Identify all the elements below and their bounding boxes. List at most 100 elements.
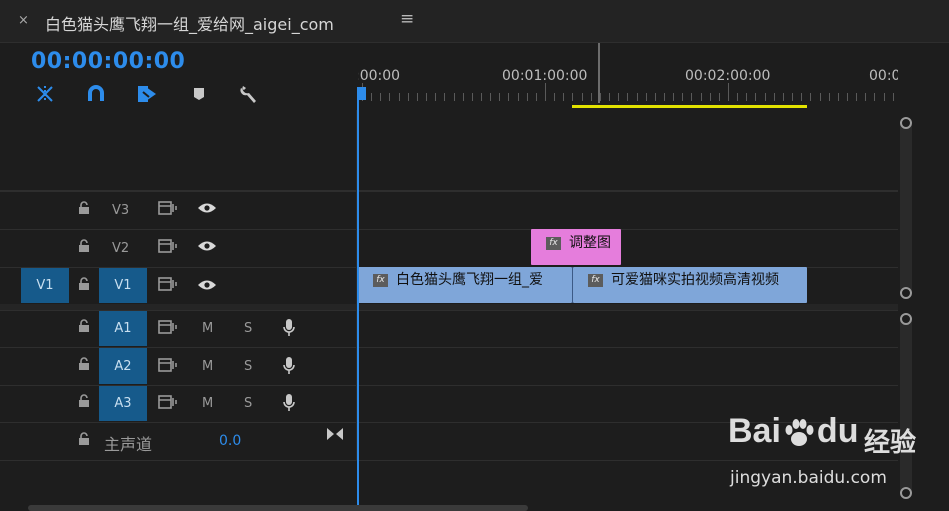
ruler-tick [645, 93, 647, 101]
sync-lock-icon[interactable] [158, 395, 178, 409]
playhead-handle[interactable] [357, 87, 366, 100]
ruler-tick [718, 93, 720, 101]
track-name-v3[interactable]: V3 [112, 203, 129, 218]
ruler-tick [764, 93, 766, 101]
ruler-label: 00:0 [869, 68, 898, 84]
fx-badge: fx [373, 273, 388, 287]
scroll-handle-bottom[interactable] [900, 287, 912, 299]
scroll-handle-top[interactable] [900, 117, 912, 129]
paw-icon [781, 419, 817, 447]
ruler-tick [590, 93, 592, 101]
ruler-tick [682, 93, 684, 101]
ruler-tick [691, 93, 693, 101]
magnet-icon[interactable] [85, 83, 107, 105]
lock-icon[interactable] [78, 357, 90, 375]
fx-badge: fx [588, 273, 603, 287]
ruler-tick [728, 83, 729, 101]
ruler-tick [563, 93, 565, 101]
track-name-a1[interactable]: A1 [99, 311, 147, 346]
solo-button[interactable]: S [244, 359, 252, 374]
playhead-timecode[interactable]: 00:00:00:00 [31, 49, 185, 74]
ruler-tick [380, 93, 382, 101]
ruler-tick [856, 93, 858, 101]
ruler-tick [453, 93, 455, 101]
master-track-label: 主声道 [104, 435, 153, 454]
ruler-label: 00:02:00:00 [685, 68, 771, 84]
microphone-icon[interactable] [282, 393, 296, 413]
panel-menu-icon[interactable]: ≡ [400, 9, 414, 29]
clip-cat-video[interactable]: fx 可爱猫咪实拍视频高清视频 [573, 267, 807, 303]
add-marker-icon[interactable] [188, 83, 210, 105]
audio-clip-mixer-icon[interactable] [326, 427, 344, 441]
track-name-a3[interactable]: A3 [99, 386, 147, 421]
lock-icon[interactable] [78, 201, 90, 219]
eye-icon[interactable] [197, 240, 217, 252]
ruler-tick [471, 93, 473, 101]
ruler-tick [874, 93, 876, 101]
source-patch-v1[interactable]: V1 [21, 268, 69, 303]
time-ruler[interactable]: :00:00 00:01:00:00 00:02:00:00 00:0 [358, 43, 898, 111]
lock-icon[interactable] [78, 394, 90, 412]
microphone-icon[interactable] [282, 356, 296, 376]
ruler-tick [407, 93, 409, 101]
track-name-a2[interactable]: A2 [99, 348, 147, 384]
ruler-tick [480, 93, 482, 101]
playhead-line[interactable] [357, 100, 359, 511]
ruler-tick [673, 93, 675, 101]
ruler-tick [517, 93, 519, 101]
lock-icon[interactable] [78, 277, 90, 295]
sync-lock-icon[interactable] [158, 277, 178, 291]
ruler-tick [709, 93, 711, 101]
video-vertical-scrollbar[interactable] [900, 118, 912, 298]
ruler-tick [654, 93, 656, 101]
track-name-v2[interactable]: V2 [112, 241, 129, 256]
ruler-tick [627, 93, 629, 101]
ruler-tick [535, 93, 537, 101]
fx-badge: fx [546, 236, 561, 250]
wrench-icon[interactable] [238, 83, 260, 105]
ruler-tick [599, 93, 601, 101]
watermark-cn: 经验 [864, 428, 917, 458]
mute-button[interactable]: M [202, 359, 213, 374]
scroll-handle-top[interactable] [900, 313, 912, 325]
solo-button[interactable]: S [244, 396, 252, 411]
ruler-tick [773, 93, 775, 101]
clip-label: 可爱猫咪实拍视频高清视频 [611, 272, 779, 288]
clip-owl-video[interactable]: fx 白色猫头鹰飞翔一组_爱 [358, 267, 572, 303]
ruler-tick [554, 93, 556, 101]
sync-lock-icon[interactable] [158, 239, 178, 253]
eye-icon[interactable] [197, 202, 217, 214]
sync-lock-icon[interactable] [158, 201, 178, 215]
ruler-tick [426, 93, 428, 101]
lock-icon[interactable] [78, 239, 90, 257]
master-volume-value[interactable]: 0.0 [219, 433, 241, 449]
clip-adjustment-layer[interactable]: fx 调整图 [531, 229, 621, 265]
lock-icon[interactable] [78, 432, 90, 450]
horizontal-scrollbar[interactable] [28, 505, 528, 511]
microphone-icon[interactable] [282, 318, 296, 338]
linked-selection-icon[interactable] [136, 83, 158, 105]
clip-label: 白色猫头鹰飞翔一组_爱 [396, 272, 543, 288]
solo-button[interactable]: S [244, 321, 252, 336]
ruler-label: 00:01:00:00 [502, 68, 588, 84]
lock-icon[interactable] [78, 319, 90, 337]
ruler-tick [792, 93, 794, 101]
sync-lock-icon[interactable] [158, 320, 178, 334]
insert-nest-snap-icon[interactable] [34, 83, 56, 105]
work-area-bar[interactable] [572, 105, 807, 108]
close-icon[interactable]: × [18, 13, 29, 28]
mute-button[interactable]: M [202, 321, 213, 336]
ruler-tick [892, 93, 894, 101]
sequence-tab-title[interactable]: 白色猫头鹰飞翔一组_爱给网_aigei_com [45, 11, 334, 35]
ruler-tick [416, 93, 418, 101]
ruler-hover-indicator [598, 43, 600, 103]
sync-lock-icon[interactable] [158, 358, 178, 372]
track-name-v1[interactable]: V1 [99, 268, 147, 303]
video-empty-region [0, 110, 898, 190]
mute-button[interactable]: M [202, 396, 213, 411]
ruler-tick [865, 93, 867, 101]
ruler-tick [444, 93, 446, 101]
watermark-brand-suffix: du [816, 412, 859, 450]
eye-icon[interactable] [197, 279, 217, 291]
ruler-tick [389, 93, 391, 101]
